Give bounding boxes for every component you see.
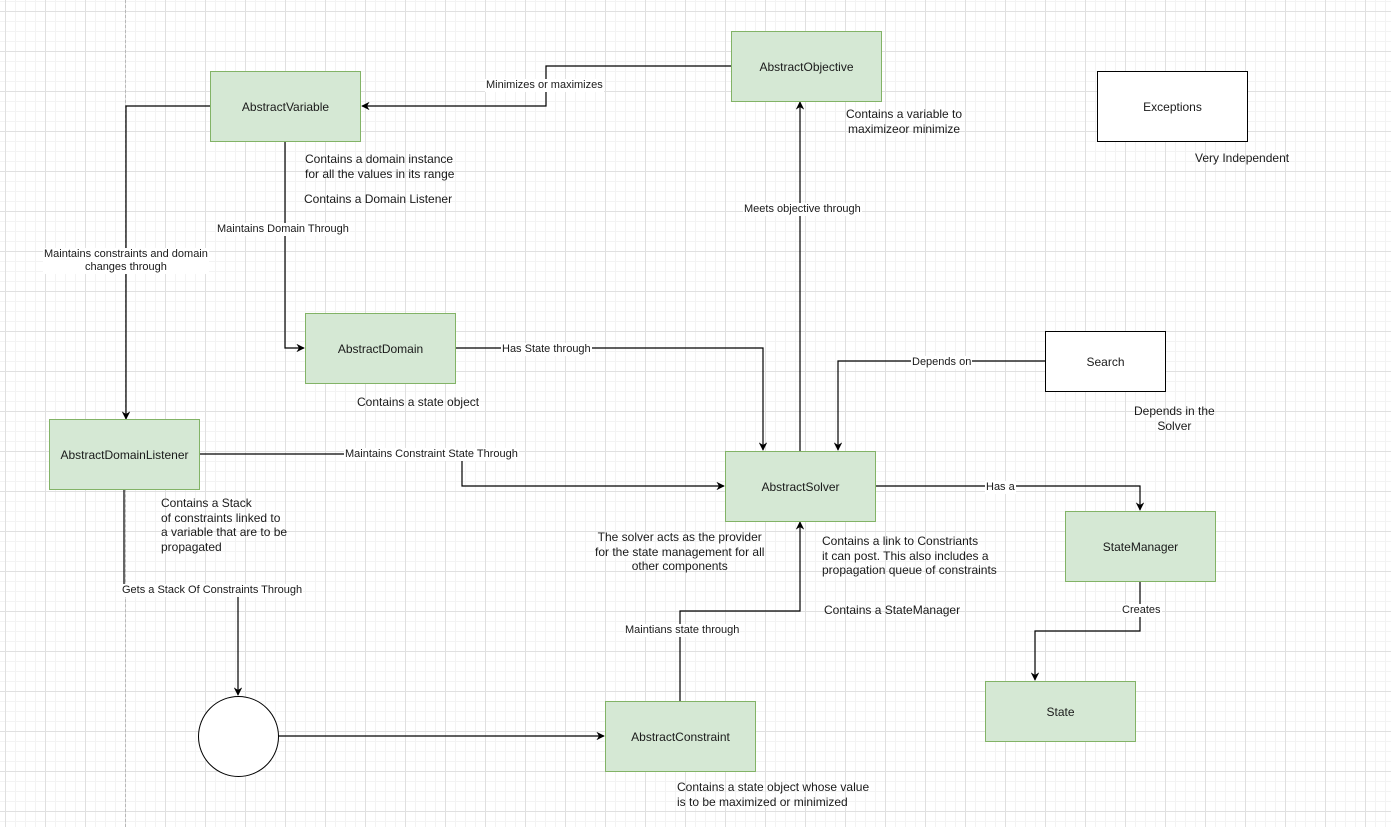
edge-label-meets-objective-through: Meets objective through: [743, 203, 862, 216]
node-abstract-objective[interactable]: AbstractObjective: [731, 31, 882, 102]
edge-label-has-a: Has a: [985, 481, 1016, 494]
edge-label-maintians-state-through: Maintians state through: [624, 624, 741, 637]
edge-label-depends-on: Depends on: [911, 356, 973, 369]
node-label: Exceptions: [1143, 99, 1202, 114]
node-stack-circle[interactable]: [198, 696, 279, 777]
node-label: Search: [1086, 354, 1125, 369]
edge-label-maintains-domain-through: Maintains Domain Through: [216, 223, 350, 236]
edge-label-gets-stack-of-constraints: Gets a Stack Of Constraints Through: [121, 584, 304, 597]
node-label: State: [1046, 704, 1075, 719]
edge-label-creates: Creates: [1121, 604, 1162, 617]
note-constraint-state-object: Contains a state object whose value is t…: [677, 780, 870, 809]
edge-label-maintains-constraints-domain-changes: Maintains constraints and domain changes…: [43, 248, 209, 274]
note-solver-provider: The solver acts as the provider for the …: [595, 530, 765, 573]
node-abstract-domain-listener[interactable]: AbstractDomainListener: [49, 419, 200, 490]
note-objective-variable: Contains a variable to maximizeor minimi…: [846, 107, 963, 136]
node-abstract-solver[interactable]: AbstractSolver: [725, 451, 876, 522]
edge-search-to-solver[interactable]: [833, 360, 1045, 451]
note-exceptions-independent: Very Independent: [1195, 151, 1290, 165]
note-domain-state-object: Contains a state object: [357, 395, 480, 409]
note-variable-domain-listener: Contains a Domain Listener: [304, 192, 453, 206]
note-solver-state-manager: Contains a StateManager: [824, 603, 961, 617]
node-abstract-domain[interactable]: AbstractDomain: [305, 313, 456, 384]
node-label: AbstractSolver: [761, 479, 840, 494]
note-variable-domain-instance: Contains a domain instance for all the v…: [305, 152, 455, 181]
node-abstract-constraint[interactable]: AbstractConstraint: [605, 701, 756, 772]
edge-label-minimizes-or-maximizes: Minimizes or maximizes: [485, 79, 604, 92]
edge-label-maintains-constraint-state-through: Maintains Constraint State Through: [344, 448, 519, 461]
node-search[interactable]: Search: [1045, 331, 1166, 392]
node-label: AbstractObjective: [759, 59, 854, 74]
node-label: StateManager: [1102, 539, 1179, 554]
note-search-depends: Depends in the Solver: [1134, 404, 1215, 433]
edge-domain-to-solver[interactable]: [455, 347, 768, 451]
node-label: AbstractDomainListener: [60, 447, 189, 462]
node-state-manager[interactable]: StateManager: [1065, 511, 1216, 582]
note-solver-constraints-link: Contains a link to Constriants it can po…: [822, 534, 997, 577]
node-label: AbstractDomain: [337, 341, 424, 356]
node-label: AbstractVariable: [241, 99, 330, 114]
edge-label-has-state-through: Has State through: [501, 343, 592, 356]
node-exceptions[interactable]: Exceptions: [1097, 71, 1248, 142]
note-listener-stack: Contains a Stack of constraints linked t…: [161, 496, 288, 554]
edge-variable-to-domain[interactable]: [284, 141, 305, 353]
edge-state-manager-to-state[interactable]: [1030, 581, 1141, 681]
node-abstract-variable[interactable]: AbstractVariable: [210, 71, 361, 142]
node-state[interactable]: State: [985, 681, 1136, 742]
node-label: AbstractConstraint: [631, 729, 730, 744]
